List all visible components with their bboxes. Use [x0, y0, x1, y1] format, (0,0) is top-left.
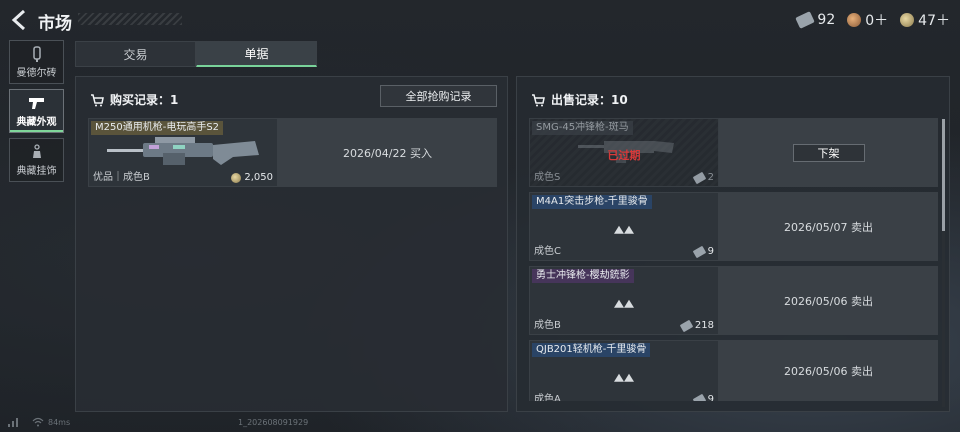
- ticket-icon: [795, 11, 816, 29]
- top-bar: 市场 92 0＋ 47＋: [0, 0, 960, 40]
- sidebar-item-label: 典藏挂饰: [16, 166, 57, 177]
- title-decoration: [78, 13, 182, 25]
- delist-button[interactable]: 下架: [792, 143, 865, 162]
- price-value: 9: [707, 246, 714, 257]
- weapon-card[interactable]: SMG-45冲锋枪-斑马 已过期 成色S 2: [529, 118, 719, 187]
- weapon-quality: 优品｜成色B: [93, 172, 150, 183]
- weapon-card[interactable]: 勇士冲锋枪-樱劫銃影 成色B 218: [529, 266, 719, 335]
- weapon-name: QJB201轻机枪-千里骏骨: [532, 343, 651, 357]
- pistol-icon: [28, 98, 44, 109]
- sales-info: 下架: [719, 118, 938, 187]
- weapon-quality: 成色B: [534, 320, 561, 331]
- sidebar-item-label: 典藏外观: [16, 117, 57, 128]
- sidebar-item-skins[interactable]: 典藏外观: [9, 89, 64, 133]
- brick-icon: [32, 46, 41, 62]
- all-flash-purchase-button[interactable]: 全部抢购记录: [380, 85, 497, 107]
- purchase-records-panel: 购买记录：1 全部抢购记录 M250通用机枪-电玩高手S2 优品｜成色B 2,0…: [75, 76, 508, 412]
- charm-icon: [32, 144, 41, 158]
- currency-gold[interactable]: 47＋: [900, 10, 950, 30]
- sales-records-panel: 出售记录：10 SMG-45冲锋枪-斑马 已过期 成色S 2 下架 M4A1突击…: [516, 76, 950, 412]
- weapon-quality: 成色A: [534, 394, 561, 401]
- sidebar-item-brick[interactable]: 曼德尔砖: [9, 40, 64, 84]
- machine-gun-icon: [107, 137, 259, 165]
- loading-placeholder-icon: [614, 299, 634, 308]
- status-footer: 84ms 1_202608091929: [0, 414, 960, 432]
- weapon-price: 9: [692, 393, 714, 401]
- purchase-heading-text: 购买记录：1: [110, 93, 179, 107]
- tab-trade[interactable]: 交易: [75, 41, 196, 67]
- cart-icon: [91, 93, 104, 106]
- coin-copper-icon: [847, 13, 862, 27]
- weapon-name: 勇士冲锋枪-樱劫銃影: [532, 269, 634, 283]
- sidebar-item-charms[interactable]: 典藏挂饰: [9, 138, 64, 182]
- sales-row[interactable]: QJB201轻机枪-千里骏骨 成色A 9 2026/05/06 卖出: [529, 340, 938, 401]
- weapon-card[interactable]: M4A1突击步枪-千里骏骨 成色C 9: [529, 192, 719, 261]
- sales-info: 2026/05/06 卖出: [719, 266, 938, 335]
- sales-heading: 出售记录：10: [531, 91, 628, 108]
- weapon-price: 218: [679, 319, 714, 332]
- sell-icon: [532, 93, 545, 106]
- price-value: 9: [707, 394, 714, 401]
- weapon-quality: 成色S: [534, 172, 561, 183]
- loading-placeholder-icon: [614, 373, 634, 382]
- wifi-icon: [32, 417, 44, 427]
- sales-info: 2026/05/07 卖出: [719, 192, 938, 261]
- currency-gold-value: 47＋: [918, 13, 950, 29]
- sales-row[interactable]: 勇士冲锋枪-樱劫銃影 成色B 218 2026/05/06 卖出: [529, 266, 938, 335]
- build-text: 1_202608091929: [238, 418, 309, 427]
- weapon-price: 2,050: [231, 172, 273, 183]
- sales-scrollbar[interactable]: [942, 119, 945, 407]
- purchase-row[interactable]: M250通用机枪-电玩高手S2 优品｜成色B 2,050 2026/04/22 …: [88, 118, 497, 187]
- ping-text: 84ms: [48, 418, 71, 427]
- purchase-heading: 购买记录：1: [90, 91, 178, 108]
- weapon-price: 9: [692, 245, 714, 258]
- back-arrow-icon[interactable]: [8, 8, 32, 32]
- ticket-icon: [692, 245, 706, 258]
- weapon-card[interactable]: M250通用机枪-电玩高手S2 优品｜成色B 2,050: [88, 118, 278, 187]
- sales-row[interactable]: M4A1突击步枪-千里骏骨 成色C 9 2026/05/07 卖出: [529, 192, 938, 261]
- sidebar-item-label: 曼德尔砖: [16, 68, 57, 79]
- weapon-card[interactable]: QJB201轻机枪-千里骏骨 成色A 9: [529, 340, 719, 401]
- weapon-name: M250通用机枪-电玩高手S2: [91, 121, 224, 135]
- price-value: 2,050: [244, 172, 273, 183]
- sales-info: 2026/05/06 卖出: [719, 340, 938, 401]
- tab-bar: 交易 单据: [75, 41, 317, 67]
- currency-bar: 92 0＋ 47＋: [795, 10, 950, 30]
- weapon-name: SMG-45冲锋枪-斑马: [532, 121, 633, 135]
- ticket-icon: [692, 393, 706, 401]
- ticket-icon: [692, 171, 706, 184]
- category-sidebar: 曼德尔砖 典藏外观 典藏挂饰: [9, 40, 65, 187]
- signal-icon: [8, 418, 18, 427]
- price-value: 218: [694, 320, 714, 331]
- weapon-quality: 成色C: [534, 246, 561, 257]
- weapon-name: M4A1突击步枪-千里骏骨: [532, 195, 652, 209]
- price-value: 2: [707, 172, 714, 183]
- tab-orders[interactable]: 单据: [196, 41, 317, 67]
- currency-copper[interactable]: 0＋: [847, 10, 888, 30]
- page-title: 市场: [38, 14, 72, 34]
- loading-placeholder-icon: [614, 225, 634, 234]
- sales-heading-text: 出售记录：10: [551, 93, 628, 107]
- weapon-price: 2: [692, 171, 714, 184]
- ticket-icon: [679, 319, 694, 332]
- coin-gold-icon: [231, 172, 242, 183]
- currency-ticket-value: 92: [817, 12, 836, 28]
- currency-copper-value: 0＋: [865, 13, 889, 29]
- currency-ticket[interactable]: 92: [795, 11, 836, 29]
- purchase-info: 2026/04/22 买入: [278, 118, 497, 187]
- sales-row[interactable]: SMG-45冲锋枪-斑马 已过期 成色S 2 下架: [529, 118, 938, 187]
- expired-status: 已过期: [607, 149, 641, 162]
- coin-gold-icon: [900, 13, 915, 27]
- scrollbar-thumb[interactable]: [942, 119, 945, 231]
